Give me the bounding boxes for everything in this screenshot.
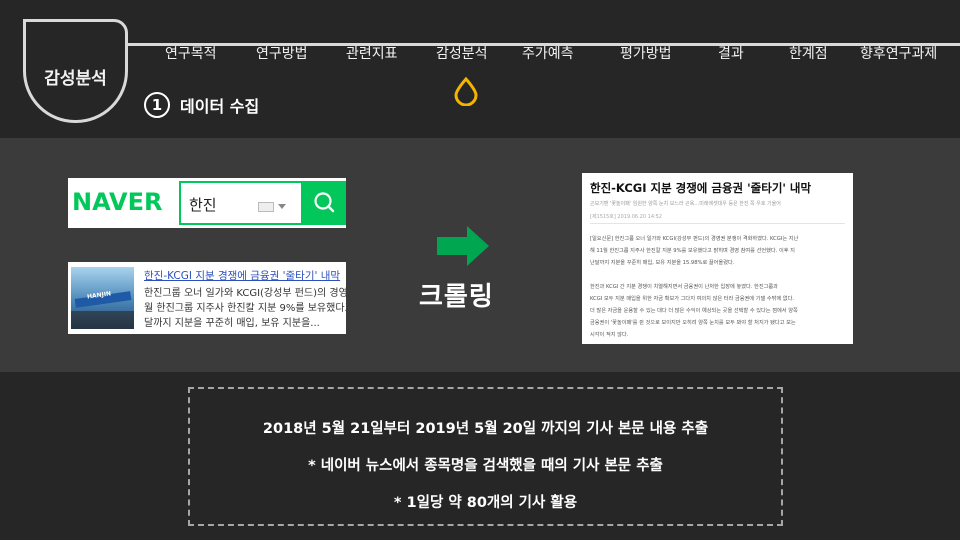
summary-line: * 1일당 약 80개의 기사 활용 <box>393 495 578 511</box>
news-snippet-line: 달까지 지분을 꾸준히 매입, 보유 지분을... <box>144 318 320 329</box>
summary-box: 2018년 5월 21일부터 2019년 5월 20일 까지의 기사 본문 내용… <box>188 387 783 526</box>
section-badge: 감성분석 <box>23 19 128 123</box>
naver-logo: NAVER <box>72 188 163 216</box>
article-body-line: KCGI 모두 지분 매입을 위한 자금 확보가 그다지 여의치 않은 터라 금… <box>590 296 795 302</box>
right-arrow-icon <box>437 226 489 266</box>
article-body-line: 한진과 KCGI 간 지분 경쟁이 치열해지면서 금융권이 난처한 입장에 놓였… <box>590 284 778 290</box>
crawling-label: 크롤링 <box>419 282 494 312</box>
top-nav: 연구목적 연구방법 관련지표 감성분석 주가예측 평가방법 결과 한계점 향후연… <box>0 43 960 65</box>
article-title: 한진-KCGI 지분 경쟁에 금융권 '줄타기' 내막 <box>590 181 812 195</box>
section-label: 감성분석 <box>44 69 107 89</box>
naver-search-input[interactable]: 한진 <box>179 181 303 225</box>
article-date: [제1515호] 2019.06.20 14:52 <box>590 214 663 220</box>
news-result-title[interactable]: 한진-KCGI 지분 경쟁에 금융권 '줄타기' 내막 <box>144 268 346 283</box>
naver-search-bar: NAVER 한진 <box>68 178 346 228</box>
article-body-line: 해 11월 한진그룹 지주사 한진칼 지분 9%를 보유했다고 밝히며 경영 참… <box>590 248 795 254</box>
nav-item-prediction[interactable]: 주가예측 <box>522 43 574 63</box>
nav-item-method[interactable]: 연구방법 <box>256 43 308 63</box>
nav-item-results[interactable]: 결과 <box>718 43 744 63</box>
crawled-article: 한진-KCGI 지분 경쟁에 금융권 '줄타기' 내막 곤보기맨 '꽃놀이패' … <box>582 173 853 344</box>
article-subtitle: 곤보기맨 '꽃놀이패' 임원한 양쪽 눈치 보느라 곤욕…미래에셋대우 등은 한… <box>590 201 781 207</box>
news-snippet-line: 월 한진그룹 지주사 한진칼 지분 9%를 보유했다고 <box>144 303 346 314</box>
summary-line: * 네이버 뉴스에서 종목명을 검색했을 때의 기사 본문 추출 <box>308 458 663 474</box>
search-icon <box>314 192 335 213</box>
thumbnail-shade <box>71 311 134 329</box>
article-body-line: 시각이 적지 않다. <box>590 332 629 338</box>
nav-item-sentiment[interactable]: 감성분석 <box>436 43 488 63</box>
nav-item-purpose[interactable]: 연구목적 <box>165 43 217 63</box>
keyboard-icon[interactable] <box>258 202 274 212</box>
nav-item-evaluation[interactable]: 평가방법 <box>620 43 672 63</box>
nav-item-future-work[interactable]: 향후연구과제 <box>860 43 937 63</box>
step-title: 데이터 수집 <box>180 97 260 116</box>
news-search-result[interactable]: HANJIN 한진-KCGI 지분 경쟁에 금융권 '줄타기' 내막 한진그룹 … <box>68 262 346 334</box>
search-query: 한진 <box>189 196 217 214</box>
news-thumbnail: HANJIN <box>71 267 134 329</box>
article-body-line: 난달까지 지분을 꾸준히 매입, 보유 지분을 15.98%로 끌어올렸다. <box>590 260 735 266</box>
article-divider <box>590 223 845 224</box>
step-number: 1 <box>144 92 170 118</box>
nav-item-limitations[interactable]: 한계점 <box>789 43 828 63</box>
caret-down-icon[interactable] <box>278 204 286 209</box>
nav-item-indicators[interactable]: 관련지표 <box>346 43 398 63</box>
step-heading: 1 데이터 수집 <box>144 92 259 118</box>
summary-line: 2018년 5월 21일부터 2019년 5월 20일 까지의 기사 본문 내용… <box>262 421 709 437</box>
article-body-line: [일요신문] 한진그룹 오너 일가와 KCGI(강성부 펀드)의 경영권 분쟁이… <box>590 236 799 242</box>
article-body-line: 금융권이 '꽃놀이패'를 쥔 것으로 보이지만 오히려 양쪽 눈치를 모두 봐야… <box>590 320 796 326</box>
naver-search-button[interactable] <box>303 181 346 225</box>
article-body-line: 더 많은 자금을 운용할 수 있는 대다 더 많은 수익이 예상되는 곳을 선택… <box>590 308 798 314</box>
news-snippet-line: 한진그룹 오너 일가와 KCGI(강성부 펀드)의 경영권 <box>144 288 346 299</box>
active-drop-marker-icon <box>454 76 478 106</box>
